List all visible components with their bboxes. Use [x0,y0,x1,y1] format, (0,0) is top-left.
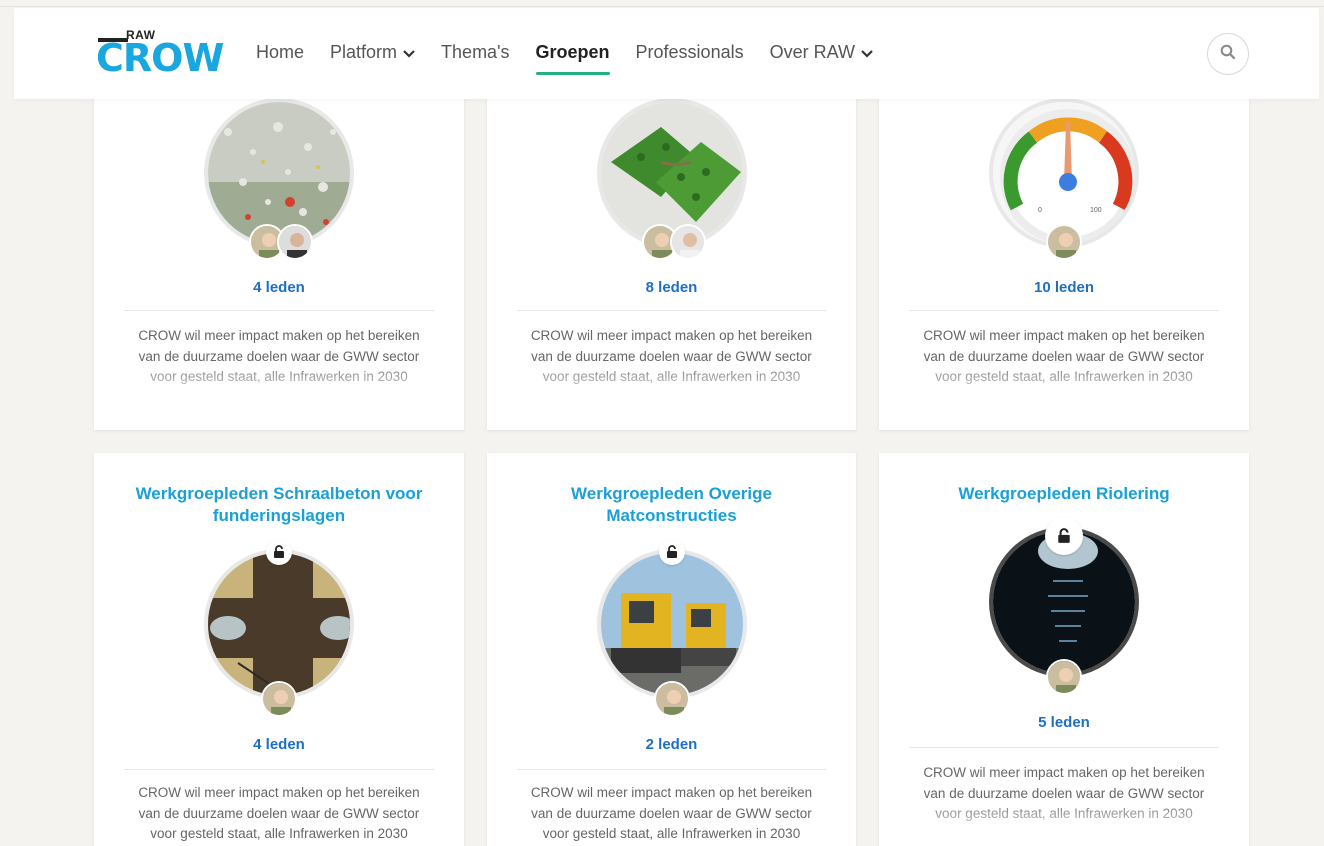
description-fade [94,360,464,404]
member-avatars[interactable] [653,681,690,717]
nav-over-raw[interactable]: Over RAW [770,42,873,63]
group-card-2[interactable]: 8 leden CROW wil meer impact maken op he… [487,60,856,430]
group-card-1[interactable]: 4 leden CROW wil meer impact maken op he… [94,60,464,430]
svg-text:0: 0 [1038,207,1042,214]
crow-logo[interactable]: RAW CROW [96,28,230,80]
nav-groepen[interactable]: Groepen [535,42,610,75]
group-title[interactable]: Werkgroepleden Schraalbeton voor funderi… [94,483,464,527]
member-avatar[interactable] [261,681,297,717]
member-avatar[interactable] [277,224,313,260]
description-fade [879,360,1249,404]
main-nav: Home Platform Thema's Groepen Profession… [256,42,899,75]
member-avatars[interactable] [1046,659,1082,695]
member-avatars[interactable] [641,224,706,260]
nav-professionals[interactable]: Professionals [636,42,744,63]
chevron-down-icon [861,42,873,63]
svg-text:100: 100 [1090,207,1102,214]
divider [909,310,1219,311]
member-avatar[interactable] [653,681,690,717]
unlock-icon [658,539,685,565]
member-count[interactable]: 8 leden [487,279,856,296]
nav-home[interactable]: Home [256,42,304,63]
divider [124,769,434,770]
description-fade [879,798,1249,842]
nav-themas[interactable]: Thema's [441,42,509,63]
member-avatars[interactable] [261,681,297,717]
divider [517,769,826,770]
group-title[interactable]: Werkgroepleden Overige Matconstructies [487,483,856,527]
divider [517,310,826,311]
group-card-6[interactable]: Werkgroepleden Riolering 5 leden CROW wi… [879,453,1249,846]
member-avatars[interactable] [1046,224,1082,260]
member-avatar[interactable] [1046,224,1082,260]
chevron-down-icon [403,42,415,63]
search-icon [1220,44,1236,65]
top-rule [0,0,1324,7]
logo-text: CROW [96,36,224,80]
divider [909,747,1219,748]
member-count[interactable]: 2 leden [487,736,856,753]
group-description: CROW wil meer impact maken op het bereik… [138,785,420,841]
unlock-icon [1045,517,1083,555]
site-header: RAW CROW Home Platform Thema's Groepen P… [14,8,1319,99]
member-count[interactable]: 10 leden [879,279,1249,296]
member-avatar[interactable] [669,224,706,260]
description-fade [487,360,856,404]
nav-platform[interactable]: Platform [330,42,415,63]
group-card-5[interactable]: Werkgroepleden Overige Matconstructies 2… [487,453,856,846]
member-count[interactable]: 4 leden [94,736,464,753]
group-image-excavators [596,549,747,699]
member-avatar[interactable] [1046,659,1082,695]
search-button[interactable] [1207,33,1249,75]
unlock-icon [266,539,292,565]
group-description: CROW wil meer impact maken op het bereik… [530,785,813,841]
member-count[interactable]: 5 leden [879,714,1249,731]
group-title[interactable]: Werkgroepleden Riolering [879,483,1249,505]
divider [124,310,434,311]
member-avatars[interactable] [249,224,313,260]
group-image-road [204,549,354,699]
group-card-4[interactable]: Werkgroepleden Schraalbeton voor funderi… [94,453,464,846]
member-count[interactable]: 4 leden [94,279,464,296]
group-card-3[interactable]: 0 100 10 leden CROW wil meer impact make… [879,60,1249,430]
